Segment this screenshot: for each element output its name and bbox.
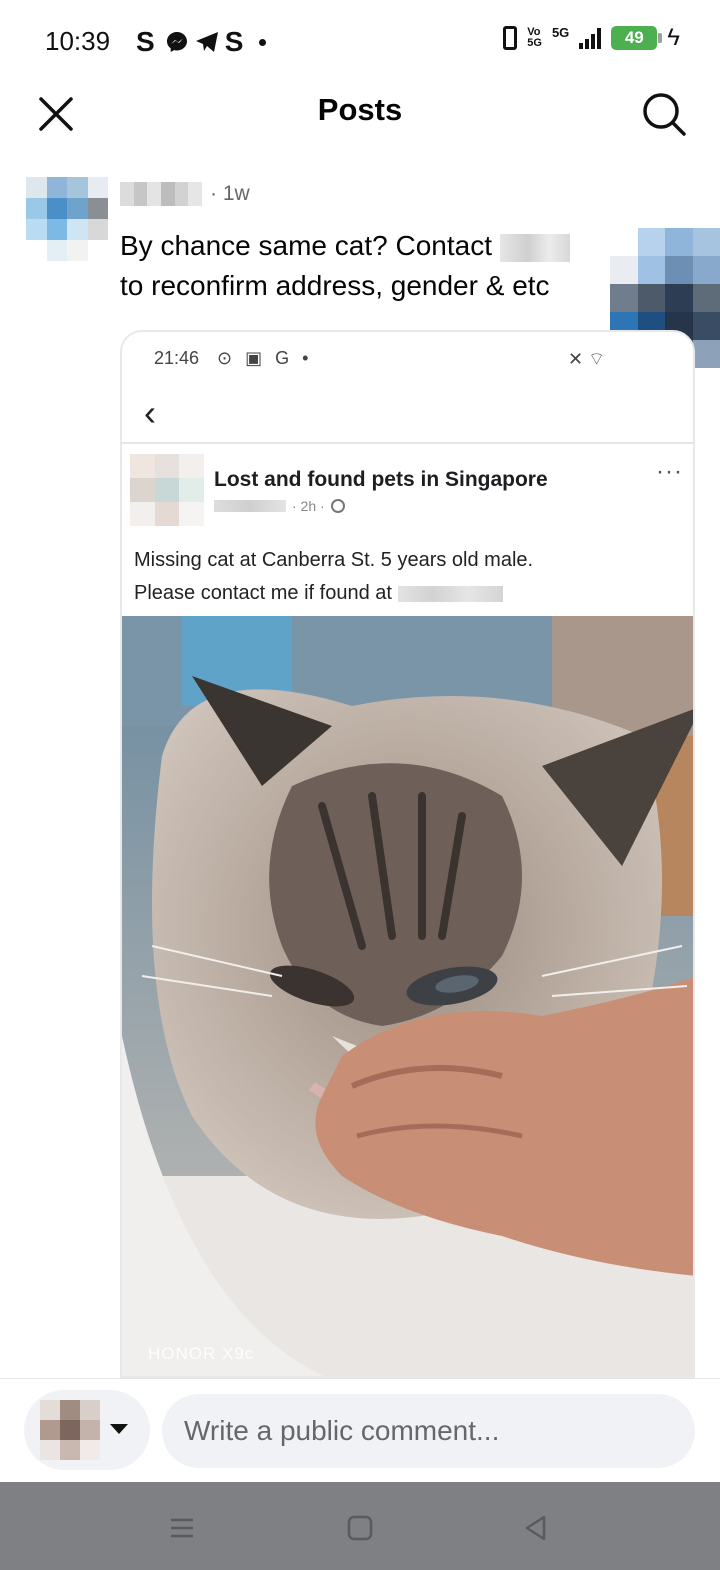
search-button[interactable] [636,86,692,142]
group-avatar [130,454,204,526]
network-type: 5G [551,24,570,40]
cat-photo-illustration [122,616,693,1376]
screenshot-time: 21:46 [154,348,200,368]
charging-icon: ϟ [667,24,680,51]
volte-icon: Vo 5G [527,26,542,49]
screenshot-text-line1: Missing cat at Canberra St. 5 years old … [134,549,534,571]
post-timestamp: · 1w [210,182,250,205]
commenter-avatar [40,1400,100,1460]
screenshot-nav: ‹ [122,382,693,444]
status-time: 10:39 [45,26,111,56]
comment-bar: Write a public comment... [0,1378,720,1482]
back-chevron-icon: ‹ [144,392,156,433]
author-name-redacted[interactable] [120,182,202,206]
chevron-down-icon [110,1424,128,1434]
cat-photo: HONOR X9c [122,616,693,1376]
screenshot-status-bar: 21:46 ⊙ ▣ G • ✕ ⌔ [122,332,693,382]
author-avatar[interactable] [26,177,108,261]
post-meta: · 1w [120,182,250,206]
screenshot-post-age: · 2h · [292,498,325,514]
photo-watermark: HONOR X9c [148,1344,255,1363]
screenshot-status-icons: ⊙ ▣ G • [217,348,313,368]
screenshot-post-text: Missing cat at Canberra St. 5 years old … [134,544,614,610]
signal-icon [579,27,602,49]
top-bar: Posts [0,80,720,150]
group-name: Lost and found pets in Singapore [214,468,548,491]
shared-screenshot[interactable]: 21:46 ⊙ ▣ G • ✕ ⌔ ‹ Lost and found pets … [120,330,695,1378]
screenshot-text-line2: Please contact me if found at [134,582,392,604]
status-bar: 10:39 S S Vo 5G 5G 49 ϟ [0,0,720,80]
skype-icon-2: S [224,26,248,57]
page-title: Posts [317,92,403,127]
globe-icon [330,499,345,513]
system-nav-bar [0,1482,720,1570]
menu-icon [171,1518,193,1538]
status-right: Vo 5G 5G 49 ϟ [503,24,680,52]
menu-button[interactable] [162,1508,202,1548]
screenshot-post-header: Lost and found pets in Singapore · 2h · … [122,446,693,526]
messenger-icon [166,32,187,52]
profile-switcher-button[interactable] [24,1390,150,1470]
status-app-icons: S S [136,26,267,58]
redacted-name [499,233,570,262]
home-button[interactable] [340,1508,380,1548]
vibrate-icon [503,26,518,50]
skype-icon: S [136,26,159,57]
post-text-line1: By chance same cat? Contact [120,230,492,261]
screenshot-status-right: ✕ ⌔ [567,349,605,369]
back-button[interactable] [516,1508,556,1548]
redacted-phone [397,585,503,602]
home-icon [347,1515,373,1541]
post-text-line2: to reconfirm address, gender & etc [120,270,550,301]
search-icon [643,93,686,136]
redacted-author [214,500,286,512]
more-options-icon: ··· [656,458,683,485]
battery-icon: 49 [611,26,663,50]
post-text: By chance same cat? Contact to reconfirm… [120,226,620,306]
notification-dot-icon [259,38,267,46]
screenshot-post-meta: · 2h · [214,498,345,514]
comment-input[interactable]: Write a public comment... [162,1394,695,1468]
telegram-icon [195,32,218,52]
back-icon [525,1515,546,1541]
